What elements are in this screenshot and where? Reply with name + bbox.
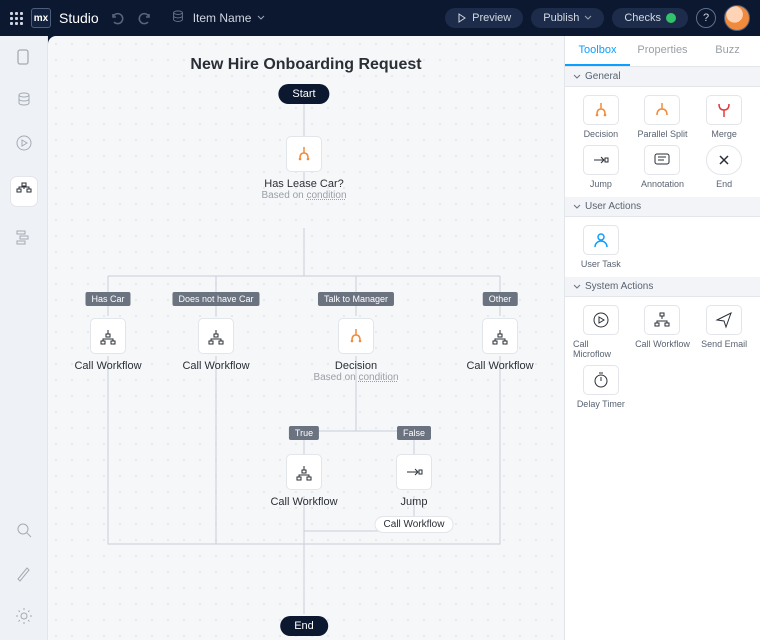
branch-tag-other: Other (483, 292, 518, 306)
tab-toolbox[interactable]: Toolbox (565, 36, 630, 66)
start-node[interactable]: Start (278, 84, 329, 104)
checks-label: Checks (624, 12, 661, 24)
tool-send-email[interactable]: Send Email (696, 305, 752, 359)
tab-properties[interactable]: Properties (630, 36, 695, 66)
chevron-down-icon (573, 73, 581, 81)
status-ok-icon (666, 13, 676, 23)
tool-merge[interactable]: Merge (696, 95, 752, 139)
item-name-dropdown[interactable]: Item Name (193, 11, 266, 25)
tool-delay-timer[interactable]: Delay Timer (573, 365, 629, 409)
tool-parallel-split[interactable]: Parallel Split (635, 95, 691, 139)
tab-buzz[interactable]: Buzz (695, 36, 760, 66)
redo-button[interactable] (135, 8, 155, 28)
checks-button[interactable]: Checks (612, 8, 688, 28)
undo-button[interactable] (107, 8, 127, 28)
settings-button[interactable] (15, 607, 33, 628)
tool-end[interactable]: End (696, 145, 752, 189)
section-general[interactable]: General (565, 67, 760, 87)
node-call-workflow-4[interactable]: Call Workflow (254, 454, 354, 508)
workflow-title: New Hire Onboarding Request (48, 56, 564, 74)
publish-label: Publish (543, 12, 579, 24)
rail-domain[interactable] (15, 91, 33, 112)
node-decision-2[interactable]: Decision Based on condition (306, 318, 406, 383)
chevron-down-icon (573, 283, 581, 291)
right-panel: Toolbox Properties Buzz General Decision… (564, 36, 760, 640)
node-call-workflow-2[interactable]: Call Workflow (166, 318, 266, 372)
branch-tag-false: False (397, 426, 431, 440)
end-node[interactable]: End (280, 616, 328, 636)
section-system-actions[interactable]: System Actions (565, 277, 760, 297)
apps-menu-icon[interactable] (10, 12, 23, 25)
section-user-actions[interactable]: User Actions (565, 197, 760, 217)
publish-button[interactable]: Publish (531, 8, 604, 28)
node-call-workflow-1[interactable]: Call Workflow (58, 318, 158, 372)
database-icon (171, 10, 185, 27)
avatar[interactable] (724, 5, 750, 31)
workflow-canvas[interactable]: New Hire Onboarding Request Start Has Le… (48, 36, 564, 640)
chevron-down-icon (257, 14, 265, 22)
chevron-down-icon (584, 14, 592, 22)
product-name: Studio (59, 10, 99, 26)
branch-tag-no-car: Does not have Car (172, 292, 259, 306)
node-call-workflow-3[interactable]: Call Workflow (450, 318, 550, 372)
help-button[interactable]: ? (696, 8, 716, 28)
preview-button[interactable]: Preview (445, 8, 523, 28)
tool-decision[interactable]: Decision (573, 95, 629, 139)
product-logo: mx (31, 8, 51, 28)
tool-call-microflow[interactable]: Call Microflow (573, 305, 629, 359)
node-jump[interactable]: Jump (364, 454, 464, 508)
play-icon (457, 13, 467, 23)
tool-call-workflow[interactable]: Call Workflow (635, 305, 691, 359)
rail-microflows[interactable] (15, 134, 33, 155)
preview-label: Preview (472, 12, 511, 24)
item-name-label: Item Name (193, 11, 252, 25)
jump-target-chip[interactable]: Call Workflow (375, 516, 454, 533)
theme-button[interactable] (15, 564, 33, 585)
chevron-down-icon (573, 203, 581, 211)
tool-jump[interactable]: Jump (573, 145, 629, 189)
search-button[interactable] (15, 521, 33, 542)
branch-tag-talk-manager: Talk to Manager (318, 292, 394, 306)
rail-workflows[interactable] (11, 177, 37, 206)
tool-user-task[interactable]: User Task (573, 225, 629, 269)
left-rail (0, 36, 48, 640)
node-label: Has Lease Car? (264, 178, 344, 190)
rail-pages[interactable] (15, 48, 33, 69)
tool-annotation[interactable]: Annotation (635, 145, 691, 189)
branch-tag-has-car: Has Car (85, 292, 130, 306)
branch-tag-true: True (289, 426, 319, 440)
decision-icon (286, 136, 322, 172)
rail-navigation[interactable] (15, 228, 33, 249)
node-has-lease-car[interactable]: Has Lease Car? Based on condition (254, 136, 354, 201)
